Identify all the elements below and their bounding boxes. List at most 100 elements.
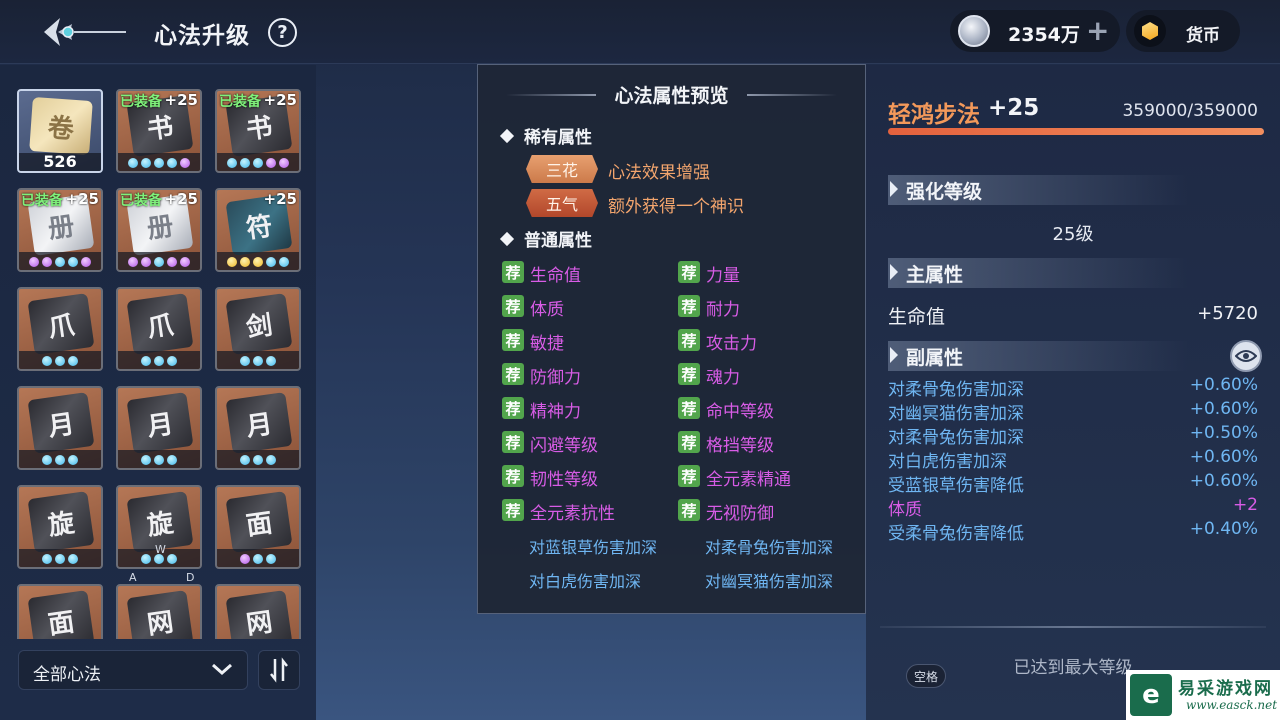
quality-dots bbox=[217, 356, 299, 366]
section-arrow-icon bbox=[890, 264, 898, 280]
skill-slot[interactable]: 书已装备 +25 bbox=[116, 89, 202, 173]
quality-gem-icon bbox=[266, 257, 276, 267]
quality-gem-icon bbox=[141, 455, 151, 465]
quality-dots bbox=[118, 356, 200, 366]
quality-gem-icon bbox=[167, 356, 177, 366]
skill-book-icon: 网 bbox=[225, 590, 293, 639]
key-hint-d: D bbox=[186, 571, 195, 584]
item-level: +25 bbox=[65, 190, 99, 208]
quality-dots bbox=[19, 554, 101, 564]
skill-slot[interactable]: 月 bbox=[17, 386, 103, 470]
quality-gem-icon bbox=[279, 158, 289, 168]
skill-slot[interactable]: 爪 bbox=[17, 287, 103, 371]
rare-badge: 三花 bbox=[526, 155, 598, 183]
skill-slot[interactable]: 书已装备 +25 bbox=[215, 89, 301, 173]
back-button[interactable] bbox=[38, 14, 130, 50]
sub-attr-name: 对柔骨兔伤害加深 bbox=[888, 428, 1024, 448]
skill-slot[interactable]: 爪 bbox=[116, 287, 202, 371]
enhance-level-heading: 强化等级 bbox=[906, 181, 983, 203]
skill-slot[interactable]: 册已装备 +25 bbox=[17, 188, 103, 272]
sub-attr-row: 对白虎伤害加深 +0.60% bbox=[888, 447, 1258, 472]
coin-amount: 2354万 bbox=[1008, 24, 1080, 46]
skill-name: 轻鸿步法 bbox=[888, 102, 980, 128]
skill-slot[interactable]: 旋 bbox=[116, 485, 202, 569]
quality-gem-icon bbox=[180, 158, 190, 168]
quality-gem-icon bbox=[29, 257, 39, 267]
item-level: +25 bbox=[164, 190, 198, 208]
sub-attr-name: 对幽冥猫伤害加深 bbox=[888, 404, 1024, 424]
page-title: 心法升级 bbox=[154, 23, 250, 49]
key-hint-w: W bbox=[155, 543, 166, 556]
attr-name: 生命值 bbox=[530, 266, 581, 286]
skill-book-icon: 旋 bbox=[27, 491, 95, 553]
quality-gem-icon bbox=[42, 356, 52, 366]
recommend-tag: 荐 bbox=[678, 261, 700, 283]
quality-gem-icon bbox=[68, 554, 78, 564]
quality-gem-icon bbox=[141, 356, 151, 366]
skill-slot[interactable]: 网 bbox=[215, 584, 301, 639]
recommend-tag: 荐 bbox=[502, 363, 524, 385]
top-bar: 心法升级 ? 2354万 + 货币 bbox=[0, 0, 1280, 64]
coin-balance: 2354万 + bbox=[950, 10, 1120, 52]
quality-gem-icon bbox=[167, 158, 177, 168]
attr-name: 力量 bbox=[706, 266, 740, 286]
skill-slot[interactable]: 卷 526 bbox=[17, 89, 103, 173]
quality-gem-icon bbox=[68, 455, 78, 465]
skill-slot[interactable]: 月 bbox=[215, 386, 301, 470]
quality-gem-icon bbox=[81, 257, 91, 267]
sort-arrows-icon bbox=[270, 657, 288, 683]
site-watermark: e 易采游戏网 www.easck.net bbox=[1126, 670, 1280, 720]
space-key-hint[interactable]: 空格 bbox=[906, 664, 946, 688]
view-attr-button[interactable] bbox=[1230, 340, 1262, 372]
quality-gem-icon bbox=[154, 455, 164, 465]
skill-slot[interactable]: 旋 bbox=[17, 485, 103, 569]
skill-grid[interactable]: 卷 526 书已装备 +25 书已装备 +25 册已装备 +25 册已装备 +25 符 +25 爪爪剑月… bbox=[17, 89, 307, 639]
skill-book-icon: 剑 bbox=[225, 293, 293, 355]
sub-attr-value: +0.60% bbox=[1189, 447, 1258, 467]
skill-slot[interactable]: 面 bbox=[215, 485, 301, 569]
help-icon[interactable]: ? bbox=[268, 18, 297, 47]
sub-attr-value: +0.60% bbox=[1189, 471, 1258, 491]
skill-book-icon: 月 bbox=[126, 392, 194, 454]
quality-gem-icon bbox=[128, 158, 138, 168]
recommend-tag: 荐 bbox=[502, 431, 524, 453]
skill-slot[interactable]: 面 bbox=[17, 584, 103, 639]
sub-attr-row: 受柔骨兔伤害降低 +0.40% bbox=[888, 519, 1258, 544]
recommend-tag: 荐 bbox=[678, 397, 700, 419]
skill-slot[interactable]: 符 +25 bbox=[215, 188, 301, 272]
recommend-tag: 荐 bbox=[678, 465, 700, 487]
item-count: 526 bbox=[43, 152, 77, 171]
skill-book-icon: 面 bbox=[27, 590, 95, 639]
main-attr-heading: 主属性 bbox=[906, 264, 964, 286]
quality-dots bbox=[19, 455, 101, 465]
add-coins-button[interactable]: + bbox=[1086, 14, 1109, 47]
skill-slot[interactable]: 册已装备 +25 bbox=[116, 188, 202, 272]
sub-attr-value: +0.50% bbox=[1189, 423, 1258, 443]
attr-name: 精神力 bbox=[530, 402, 581, 422]
item-level: +25 bbox=[263, 190, 297, 208]
quality-gem-icon bbox=[42, 455, 52, 465]
skill-slot[interactable]: 网 bbox=[116, 584, 202, 639]
skill-slot[interactable]: 月 bbox=[116, 386, 202, 470]
recommend-tag: 荐 bbox=[678, 329, 700, 351]
skill-filter-select[interactable]: 全部心法 bbox=[18, 650, 248, 690]
quality-dots bbox=[118, 158, 200, 168]
quality-gem-icon bbox=[55, 554, 65, 564]
equipped-label: 已装备 bbox=[21, 193, 63, 209]
sort-button[interactable] bbox=[258, 650, 300, 690]
quality-gem-icon bbox=[167, 257, 177, 267]
quality-dots bbox=[19, 257, 101, 267]
attr-name: 攻击力 bbox=[706, 334, 757, 354]
quality-gem-icon bbox=[154, 158, 164, 168]
recommend-tag: 荐 bbox=[502, 295, 524, 317]
sub-attr-row: 受蓝银草伤害降低 +0.60% bbox=[888, 471, 1258, 496]
sub-attr-value: +2 bbox=[1232, 495, 1258, 515]
quality-gem-icon bbox=[240, 455, 250, 465]
skill-slot[interactable]: 剑 bbox=[215, 287, 301, 371]
attr-name: 格挡等级 bbox=[706, 436, 774, 456]
attr-name: 闪避等级 bbox=[530, 436, 598, 456]
currency-button[interactable]: 货币 bbox=[1126, 10, 1240, 52]
recommend-tag: 荐 bbox=[502, 465, 524, 487]
normal-attr-heading: 普通属性 bbox=[499, 226, 592, 251]
recommend-tag: 荐 bbox=[502, 397, 524, 419]
